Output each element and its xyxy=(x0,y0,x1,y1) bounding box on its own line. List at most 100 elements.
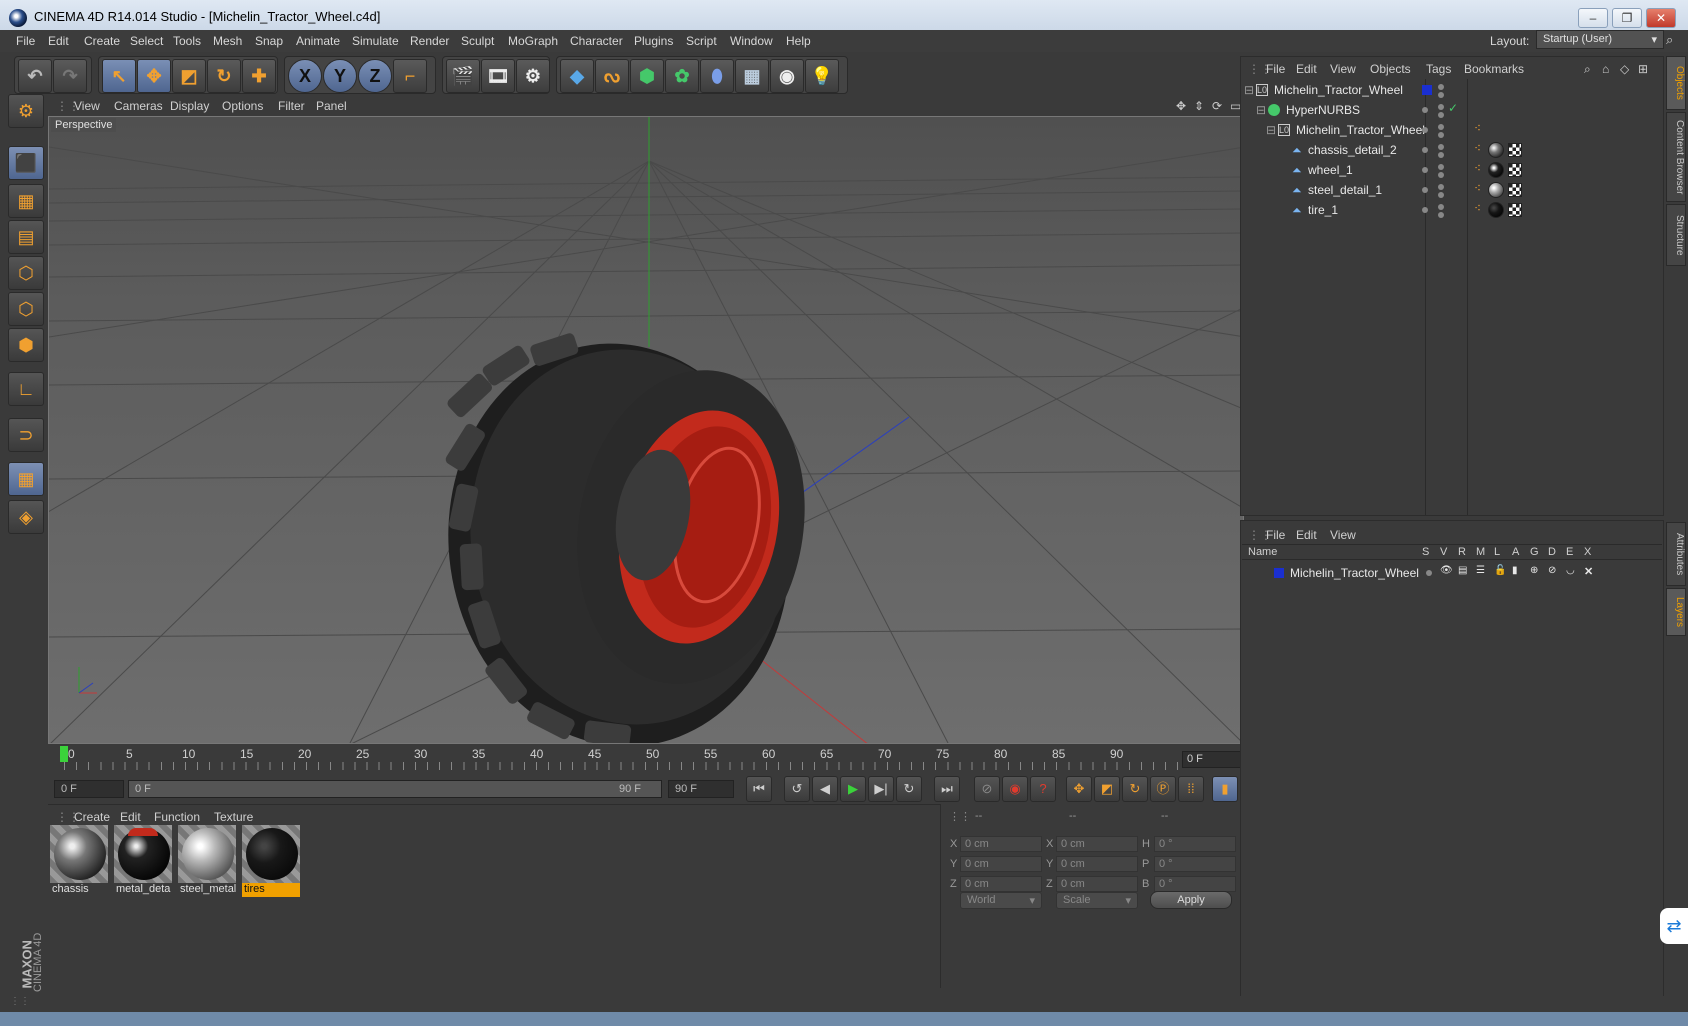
position-z-field[interactable]: 0 cm xyxy=(960,876,1042,892)
phong-tag-icon[interactable]: ⁖ xyxy=(1474,181,1481,195)
menu-help[interactable]: Help xyxy=(786,34,811,48)
editor-visibility-dot[interactable] xyxy=(1438,84,1444,90)
layer-col-animation[interactable]: A xyxy=(1512,546,1519,558)
object-row[interactable]: ⊟ L0 Michelin_Tractor_Wheel xyxy=(1242,80,1662,100)
rotation-b-field[interactable]: 0 ° xyxy=(1154,876,1236,892)
tab-layers[interactable]: Layers xyxy=(1666,588,1686,636)
material-menu-function[interactable]: Function xyxy=(154,810,200,824)
uvw-tag-icon[interactable] xyxy=(1508,183,1522,197)
coordinate-system-icon[interactable]: ⌐ xyxy=(393,59,427,93)
menu-render[interactable]: Render xyxy=(410,34,449,48)
size-y-field[interactable]: 0 cm xyxy=(1056,856,1138,872)
camera-icon[interactable]: ◉ xyxy=(770,59,804,93)
model-mode-icon[interactable]: ⬛ xyxy=(8,146,44,180)
enabled-check-icon[interactable]: ✓ xyxy=(1448,101,1458,115)
preview-range-slider[interactable]: 0 F 90 F xyxy=(128,780,662,798)
menu-simulate[interactable]: Simulate xyxy=(352,34,399,48)
axis-mode-icon[interactable]: ∟ xyxy=(8,372,44,406)
deformer-icon[interactable]: ⬮ xyxy=(700,59,734,93)
viewport-move-icon[interactable]: ✥ xyxy=(1176,99,1186,113)
key-scale-icon[interactable]: ◩ xyxy=(1094,776,1120,802)
viewport-menu-cameras[interactable]: Cameras xyxy=(114,99,163,113)
previous-key-icon[interactable]: ↺ xyxy=(784,776,810,802)
layers-menu-view[interactable]: View xyxy=(1330,528,1356,542)
uvw-tag-icon[interactable] xyxy=(1508,143,1522,157)
workplane-mode-icon[interactable]: ▤ xyxy=(8,220,44,254)
home-icon[interactable]: ⌂ xyxy=(1602,62,1609,76)
render-visibility-dot[interactable] xyxy=(1438,172,1444,178)
texture-mode-icon[interactable]: ▦ xyxy=(8,184,44,218)
cube-icon[interactable]: ◆ xyxy=(560,59,594,93)
xref-toggle-icon[interactable]: ✕ xyxy=(1584,565,1593,578)
play-icon[interactable]: ▶ xyxy=(840,776,866,802)
editor-visibility-dot[interactable] xyxy=(1438,184,1444,190)
key-pla-icon[interactable]: ⁞⁞ xyxy=(1178,776,1204,802)
render-visibility-dot[interactable] xyxy=(1438,92,1444,98)
back-icon[interactable]: ◇ xyxy=(1620,62,1629,76)
timeline-ruler[interactable]: 0 5 10 15 20 25 30 35 40 45 50 55 60 65 … xyxy=(54,746,1178,772)
objects-menu-objects[interactable]: Objects xyxy=(1370,62,1411,76)
menu-sculpt[interactable]: Sculpt xyxy=(461,34,494,48)
material-tag-icon[interactable] xyxy=(1488,202,1504,218)
viewport-menu-filter[interactable]: Filter xyxy=(278,99,305,113)
tractor-tire[interactable] xyxy=(423,321,829,744)
viewport-menu-view[interactable]: View xyxy=(74,99,100,113)
tab-objects[interactable]: Objects xyxy=(1666,56,1686,110)
spline-pen-icon[interactable]: ᔓ xyxy=(595,59,629,93)
viewport-menu-panel[interactable]: Panel xyxy=(316,99,347,113)
menu-create[interactable]: Create xyxy=(84,34,120,48)
live-selection-icon[interactable]: ↖ xyxy=(102,59,136,93)
render-visibility-dot[interactable] xyxy=(1438,152,1444,158)
expression-toggle-icon[interactable]: ◡ xyxy=(1566,565,1575,576)
floor-icon[interactable]: ▦ xyxy=(735,59,769,93)
deformer-toggle-icon[interactable]: ⊘ xyxy=(1548,565,1556,576)
menu-plugins[interactable]: Plugins xyxy=(634,34,673,48)
editor-visibility-dot[interactable] xyxy=(1438,104,1444,110)
object-row[interactable]: ⏶ tire_1 ⁖ xyxy=(1242,200,1662,220)
render-toggle-icon[interactable]: ▤ xyxy=(1458,565,1467,576)
lock-toggle-icon[interactable]: 🔓 xyxy=(1494,565,1506,576)
keyframe-selection-icon[interactable]: ? xyxy=(1030,776,1056,802)
viewport-menu-options[interactable]: Options xyxy=(222,99,263,113)
go-to-start-icon[interactable]: ⏮ xyxy=(746,776,772,802)
editor-visibility-dot[interactable] xyxy=(1438,204,1444,210)
size-mode-dropdown[interactable]: Scale ▾ xyxy=(1056,892,1138,909)
record-disabled-icon[interactable]: ⊘ xyxy=(974,776,1000,802)
collapse-toggle-icon[interactable]: ⊟ xyxy=(1256,103,1266,117)
menu-animate[interactable]: Animate xyxy=(296,34,340,48)
menu-window[interactable]: Window xyxy=(730,34,773,48)
object-row[interactable]: ⊟ L0 Michelin_Tractor_Wheel ⁖ xyxy=(1242,120,1662,140)
viewport-menu-display[interactable]: Display xyxy=(170,99,209,113)
material-swatch[interactable]: chassis xyxy=(50,825,108,897)
object-row[interactable]: ⏶ chassis_detail_2 ⁖ xyxy=(1242,140,1662,160)
make-editable-icon[interactable]: ⚙ xyxy=(8,94,44,128)
go-to-end-icon[interactable]: ⏭ xyxy=(934,776,960,802)
autokey-icon[interactable]: ◉ xyxy=(1002,776,1028,802)
z-axis-button[interactable]: Z xyxy=(358,59,392,93)
undo-icon[interactable]: ↶ xyxy=(18,59,52,93)
timeline-window-icon[interactable]: ▮ xyxy=(1212,776,1238,802)
menu-snap[interactable]: Snap xyxy=(255,34,283,48)
search-icon[interactable]: ⌕ xyxy=(1584,62,1591,77)
rotation-p-field[interactable]: 0 ° xyxy=(1154,856,1236,872)
solo-toggle[interactable] xyxy=(1426,570,1432,576)
start-frame-field[interactable]: 0 F xyxy=(54,780,124,798)
locked-workplane-icon[interactable]: ▦ xyxy=(8,462,44,496)
array-icon[interactable]: ✿ xyxy=(665,59,699,93)
layer-col-view[interactable]: V xyxy=(1440,546,1447,558)
coordinate-space-dropdown[interactable]: World ▾ xyxy=(960,892,1042,909)
current-frame-field[interactable]: 0 F xyxy=(1182,751,1244,768)
teamviewer-icon[interactable]: ⇄ xyxy=(1660,908,1688,944)
phong-tag-icon[interactable]: ⁖ xyxy=(1474,121,1481,135)
menu-script[interactable]: Script xyxy=(686,34,717,48)
maximize-button[interactable]: ❐ xyxy=(1612,8,1642,28)
material-menu-edit[interactable]: Edit xyxy=(120,810,141,824)
tab-structure[interactable]: Structure xyxy=(1666,204,1686,266)
editor-visibility-dot[interactable] xyxy=(1438,164,1444,170)
view-toggle-icon[interactable]: 👁 xyxy=(1440,565,1453,576)
create-object-icon[interactable]: ✚ xyxy=(242,59,276,93)
viewport-zoom-icon[interactable]: ⇕ xyxy=(1194,99,1204,113)
editor-visibility-dot[interactable] xyxy=(1438,124,1444,130)
uvw-tag-icon[interactable] xyxy=(1508,203,1522,217)
move-icon[interactable]: ✥ xyxy=(137,59,171,93)
